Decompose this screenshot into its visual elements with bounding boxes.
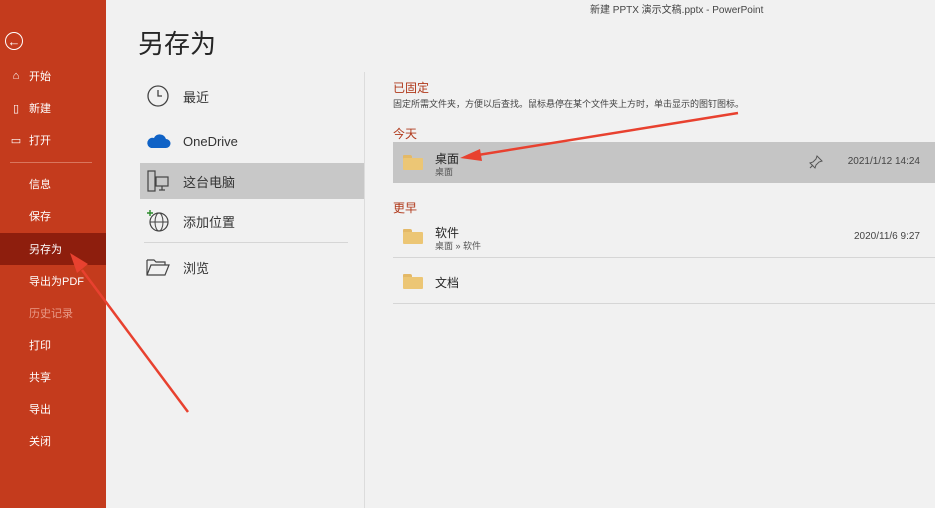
annotation-arrow-desktop: [477, 111, 739, 157]
annotation-arrowhead-save-as: [70, 253, 88, 273]
annotation-arrows: [70, 111, 739, 413]
annotation-arrow-save-as: [80, 269, 190, 413]
annotation-arrowhead-desktop: [460, 149, 482, 161]
